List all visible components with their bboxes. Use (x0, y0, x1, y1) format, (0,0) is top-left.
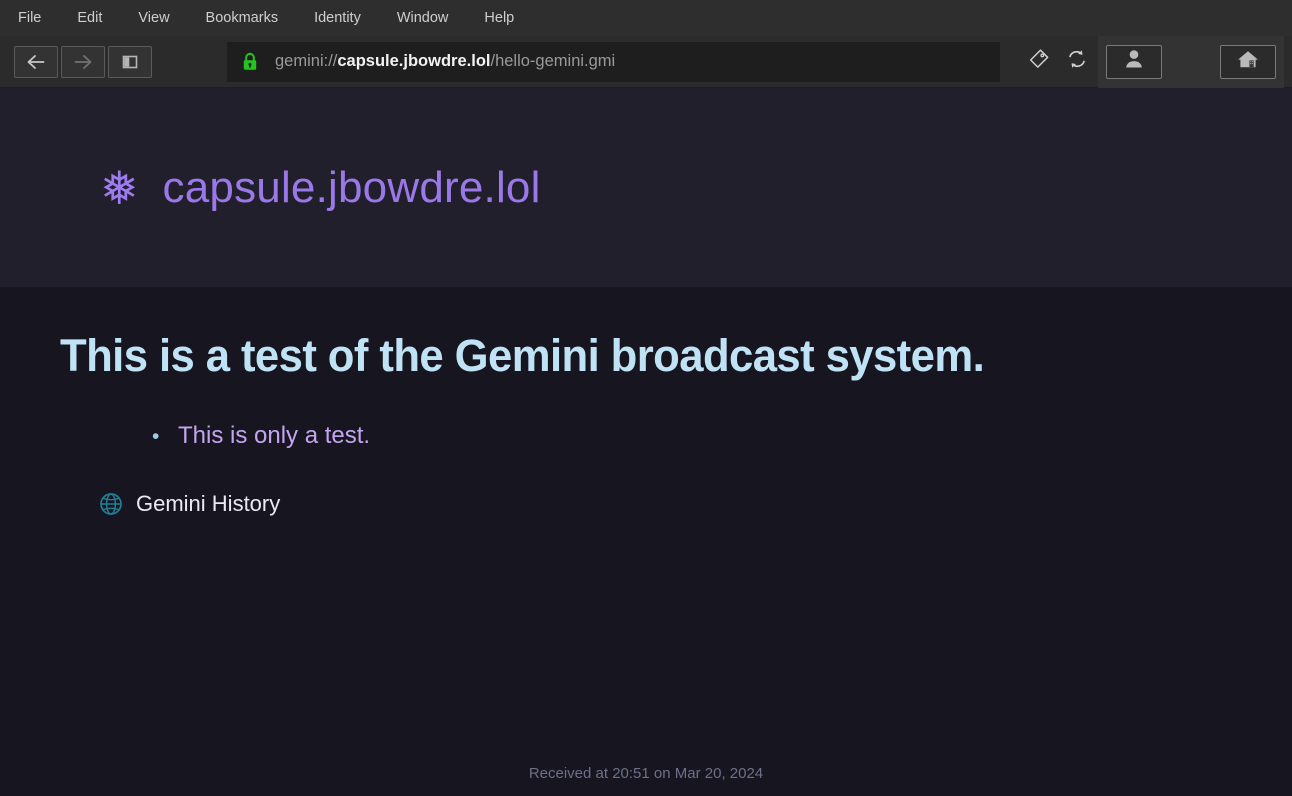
page-content: This is a test of the Gemini broadcast s… (0, 287, 1292, 796)
list-item: • This is only a test. (60, 424, 1232, 448)
reload-button[interactable] (1060, 45, 1094, 79)
toolbar-right-actions (1022, 45, 1098, 79)
green-lock-icon (239, 52, 261, 72)
reload-icon (1065, 47, 1089, 76)
identity-home-strip (1098, 35, 1284, 88)
home-icon (1236, 48, 1260, 75)
url-bar[interactable]: gemini://capsule.jbowdre.lol/hello-gemin… (227, 41, 1000, 82)
menu-item-file[interactable]: File (14, 0, 59, 36)
menu-item-help[interactable]: Help (466, 0, 532, 36)
menu-item-view[interactable]: View (120, 0, 187, 36)
site-title: capsule.jbowdre.lol (162, 162, 541, 212)
site-banner: ❅ capsule.jbowdre.lol (0, 88, 1292, 287)
arrow-left-icon (25, 53, 47, 71)
globe-icon (98, 491, 124, 517)
person-icon (1124, 48, 1144, 75)
menu-item-edit[interactable]: Edit (59, 0, 120, 36)
url-host: capsule.jbowdre.lol (337, 52, 491, 70)
home-button[interactable] (1220, 44, 1276, 79)
snowflake-icon: ❅ (100, 161, 139, 214)
bookmark-button[interactable] (1022, 45, 1056, 79)
arrow-right-icon (72, 53, 94, 71)
identity-button[interactable] (1106, 44, 1162, 79)
list-item-label: This is only a test. (178, 422, 371, 449)
forward-button[interactable] (61, 45, 105, 78)
sidebar-toggle-icon (120, 53, 140, 71)
bullet-marker: • (152, 425, 160, 448)
gemini-link-label: Gemini History (136, 491, 281, 516)
url-scheme: gemini:// (275, 52, 338, 70)
bookmark-tag-icon (1027, 47, 1051, 76)
url-path: /hello-gemini.gmi (490, 52, 616, 70)
navigation-buttons (14, 45, 155, 78)
menu-item-bookmarks[interactable]: Bookmarks (188, 0, 297, 36)
back-button[interactable] (14, 45, 58, 78)
url-text: gemini://capsule.jbowdre.lol/hello-gemin… (275, 52, 615, 71)
page-heading: This is a test of the Gemini broadcast s… (60, 330, 985, 381)
browser-toolbar: gemini://capsule.jbowdre.lol/hello-gemin… (0, 35, 1292, 88)
status-received: Received at 20:51 on Mar 20, 2024 (528, 765, 764, 782)
menu-item-window[interactable]: Window (379, 0, 467, 36)
gemini-link[interactable]: Gemini History (60, 491, 280, 517)
sidebar-toggle-button[interactable] (108, 45, 152, 78)
menu-bar: File Edit View Bookmarks Identity Window… (0, 0, 1292, 36)
menu-item-identity[interactable]: Identity (296, 0, 379, 36)
